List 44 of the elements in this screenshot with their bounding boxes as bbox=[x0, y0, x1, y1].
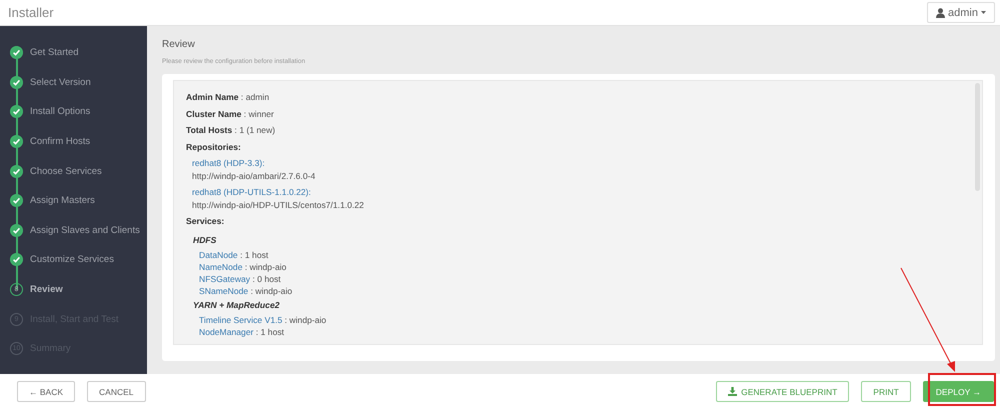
step-label[interactable]: Assign Masters bbox=[30, 195, 95, 206]
component-link[interactable]: SNameNode bbox=[199, 286, 248, 296]
component-value: : windp-aio bbox=[284, 314, 326, 325]
footer-button[interactable]: ← BACK bbox=[17, 381, 76, 402]
user-menu-button[interactable]: admin bbox=[927, 2, 995, 23]
download-icon bbox=[728, 387, 738, 396]
summary-line: Cluster Name : winner bbox=[186, 108, 275, 121]
step-label[interactable]: Get Started bbox=[30, 47, 79, 58]
component-link[interactable]: NameNode bbox=[199, 262, 242, 272]
repositories-heading: Repositories: bbox=[186, 140, 242, 154]
section-title: Review bbox=[162, 39, 196, 50]
component-link[interactable]: Timeline Service V1.5 bbox=[199, 314, 282, 325]
print-button[interactable]: PRINT bbox=[861, 381, 911, 402]
app-title: Installer bbox=[8, 5, 54, 20]
step-label[interactable]: Confirm Hosts bbox=[30, 136, 90, 148]
step-label[interactable]: Choose Services bbox=[30, 166, 102, 177]
repository-link[interactable]: redhat8 (HDP-3.3): bbox=[192, 158, 265, 168]
services-heading: Services: bbox=[186, 215, 226, 228]
service-name: YARN + MapReduce2 bbox=[192, 298, 281, 312]
component-value: : windp-aio bbox=[250, 286, 292, 296]
service-name: HDFS bbox=[192, 234, 218, 247]
step-label[interactable]: Select Version bbox=[30, 76, 91, 88]
user-icon bbox=[936, 8, 946, 18]
summary-line: Total Hosts : 1 (1 new) bbox=[186, 124, 276, 138]
component-value: : windp-aio bbox=[244, 262, 286, 272]
component-link[interactable]: NodeManager bbox=[199, 326, 254, 337]
highlight-frame bbox=[928, 373, 996, 406]
generate-blueprint-button[interactable]: GENERATE BLUEPRINT bbox=[716, 381, 850, 402]
footer-button[interactable]: CANCEL bbox=[87, 381, 146, 402]
deploy-button[interactable]: DEPLOY → bbox=[922, 381, 994, 402]
component-value: : 1 host bbox=[240, 250, 268, 260]
component-link[interactable]: DataNode bbox=[199, 250, 238, 260]
component-value: : 1 host bbox=[256, 326, 284, 337]
step-label[interactable]: Install Options bbox=[30, 106, 90, 118]
step-label[interactable]: Review bbox=[30, 284, 63, 296]
repository-link[interactable]: redhat8 (HDP-UTILS-1.1.0.22): bbox=[192, 187, 311, 198]
repository-url: http://windp-aio/ambari/2.7.6.0-4 bbox=[192, 170, 316, 182]
component-link[interactable]: NFSGateway bbox=[199, 274, 250, 284]
repository-url: http://windp-aio/HDP-UTILS/centos7/1.1.0.22 bbox=[192, 198, 365, 212]
summary-line: Admin Name : admin bbox=[186, 91, 270, 104]
step-label[interactable]: Customize Services bbox=[30, 254, 114, 266]
component-value: : 0 host bbox=[252, 274, 281, 284]
caret-icon bbox=[981, 11, 986, 14]
step-label[interactable]: Assign Slaves and Clients bbox=[30, 224, 140, 236]
